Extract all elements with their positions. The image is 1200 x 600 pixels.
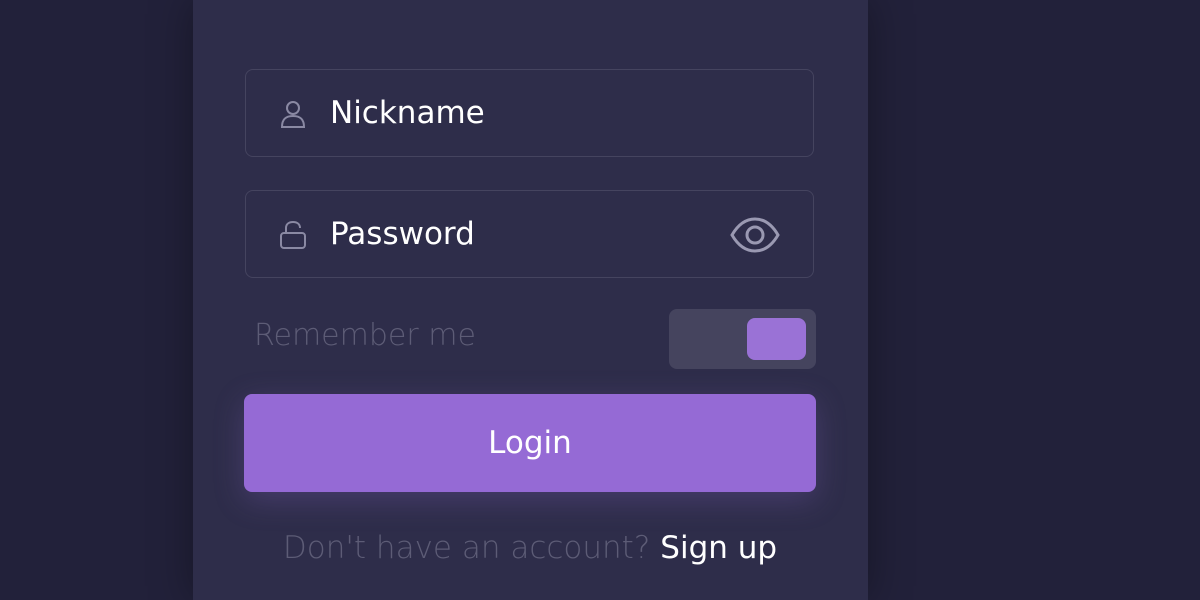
signup-link[interactable]: Sign up (660, 530, 777, 566)
remember-me-toggle[interactable] (669, 309, 816, 369)
login-button[interactable]: Login (244, 394, 816, 492)
password-input[interactable] (330, 191, 690, 277)
page: Remember me Login Don't have an account?… (0, 0, 1200, 600)
nickname-input[interactable] (330, 70, 690, 156)
nickname-field[interactable] (245, 69, 814, 157)
eye-icon[interactable] (729, 216, 781, 254)
signup-row: Don't have an account? Sign up (0, 530, 1060, 566)
password-field[interactable] (245, 190, 814, 278)
toggle-knob (747, 318, 806, 360)
remember-me-label: Remember me (254, 318, 476, 353)
user-icon (278, 99, 308, 129)
unlock-icon (278, 220, 308, 250)
signup-prompt: Don't have an account? (282, 530, 651, 566)
